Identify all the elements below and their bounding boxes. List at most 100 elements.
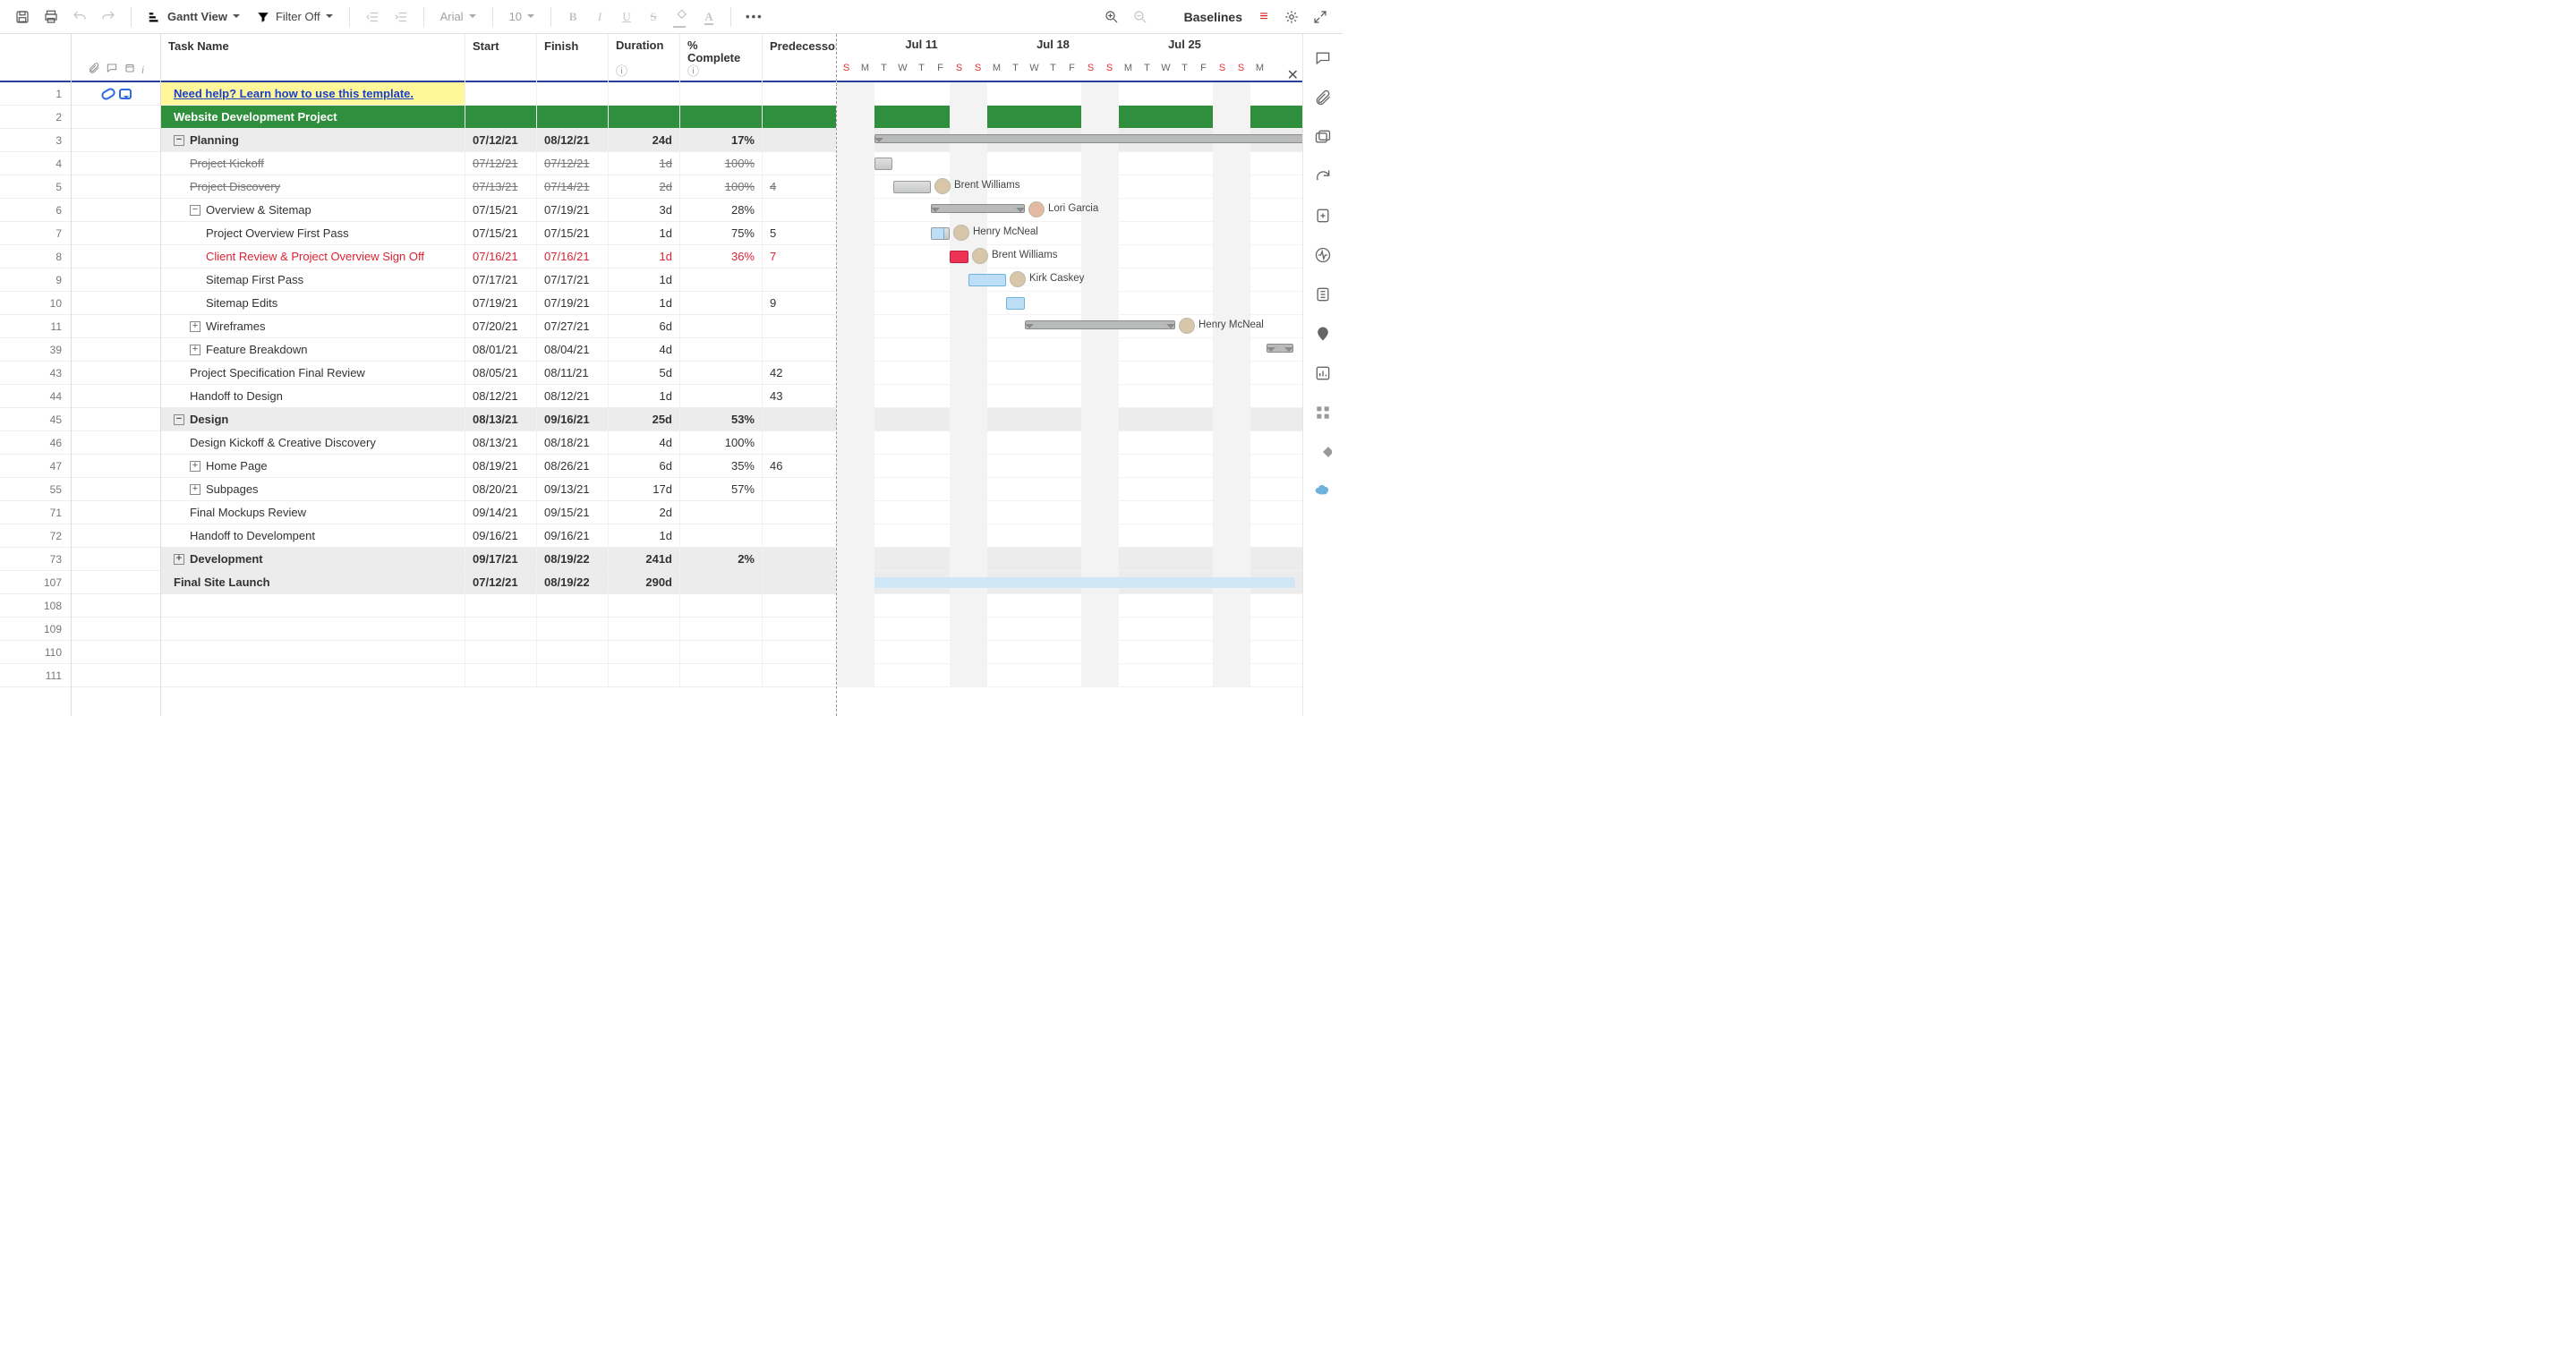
cell-finish[interactable] xyxy=(537,641,609,663)
cell-pct[interactable]: 2% xyxy=(680,548,763,570)
cell-finish[interactable]: 07/19/21 xyxy=(537,199,609,221)
cell-finish[interactable]: 09/16/21 xyxy=(537,524,609,547)
cell-duration[interactable]: 24d xyxy=(609,129,680,151)
task-cell[interactable]: Handoff to Design xyxy=(161,385,465,407)
row-number[interactable]: 46 xyxy=(0,431,71,455)
cell-pct[interactable] xyxy=(680,292,763,314)
expander[interactable]: + xyxy=(174,554,184,565)
cell-duration[interactable]: 2d xyxy=(609,175,680,198)
task-cell[interactable] xyxy=(161,594,465,617)
cell-finish[interactable]: 08/26/21 xyxy=(537,455,609,477)
gantt-bar[interactable] xyxy=(893,181,931,193)
cell-duration[interactable] xyxy=(609,82,680,105)
italic-button[interactable]: I xyxy=(587,4,612,30)
table-row[interactable]: Handoff to Design08/12/2108/12/211d43 xyxy=(161,385,836,408)
task-cell[interactable]: Project Discovery xyxy=(161,175,465,198)
print-button[interactable] xyxy=(38,4,64,30)
expander[interactable]: + xyxy=(190,345,200,355)
collapse-button[interactable] xyxy=(1307,4,1334,30)
cell-start[interactable]: 07/15/21 xyxy=(465,199,537,221)
attachment-icon[interactable] xyxy=(99,86,116,101)
cell-pred[interactable] xyxy=(763,199,837,221)
row-number[interactable]: 11 xyxy=(0,315,71,338)
cell-start[interactable] xyxy=(465,664,537,686)
comment-icon[interactable] xyxy=(119,89,132,99)
task-cell[interactable]: −Overview & Sitemap xyxy=(161,199,465,221)
cell-pct[interactable] xyxy=(680,594,763,617)
gantt-bar[interactable] xyxy=(874,158,892,170)
cell-pred[interactable]: 7 xyxy=(763,245,837,268)
task-cell[interactable]: −Design xyxy=(161,408,465,430)
more-button[interactable]: ••• xyxy=(740,4,769,30)
cell-pred[interactable] xyxy=(763,408,837,430)
cell-pct[interactable]: 100% xyxy=(680,431,763,454)
cell-pred[interactable] xyxy=(763,664,837,686)
refresh-button[interactable] xyxy=(1311,165,1335,188)
cell-duration[interactable]: 1d xyxy=(609,524,680,547)
cell-start[interactable] xyxy=(465,641,537,663)
row-number[interactable]: 43 xyxy=(0,362,71,385)
cell-start[interactable]: 07/17/21 xyxy=(465,268,537,291)
cell-duration[interactable]: 1d xyxy=(609,268,680,291)
cell-duration[interactable]: 290d xyxy=(609,571,680,593)
expander[interactable]: − xyxy=(174,135,184,146)
cell-finish[interactable]: 08/12/21 xyxy=(537,129,609,151)
row-number[interactable]: 55 xyxy=(0,478,71,501)
col-duration[interactable]: Durationⓘ xyxy=(609,34,680,83)
cell-start[interactable]: 08/12/21 xyxy=(465,385,537,407)
cell-pct[interactable] xyxy=(680,571,763,593)
row-number[interactable]: 111 xyxy=(0,664,71,687)
close-icon[interactable]: ✕ xyxy=(1287,66,1299,84)
cell-pct[interactable] xyxy=(680,618,763,640)
cell-pred[interactable] xyxy=(763,618,837,640)
baselines-button[interactable]: Baselines xyxy=(1156,4,1250,30)
row-number[interactable]: 5 xyxy=(0,175,71,199)
task-cell[interactable]: Website Development Project xyxy=(161,106,465,128)
cell-finish[interactable]: 08/18/21 xyxy=(537,431,609,454)
cell-duration[interactable]: 1d xyxy=(609,152,680,175)
cell-pct[interactable] xyxy=(680,524,763,547)
cell-start[interactable]: 07/15/21 xyxy=(465,222,537,244)
activity-button[interactable] xyxy=(1311,243,1335,267)
task-cell[interactable]: +Feature Breakdown xyxy=(161,338,465,361)
cell-start[interactable]: 08/13/21 xyxy=(465,431,537,454)
cell-pct[interactable]: 35% xyxy=(680,455,763,477)
cell-duration[interactable] xyxy=(609,106,680,128)
cell-pred[interactable] xyxy=(763,571,837,593)
cell-start[interactable]: 07/12/21 xyxy=(465,152,537,175)
apps-button[interactable] xyxy=(1311,401,1335,424)
cell-pred[interactable]: 46 xyxy=(763,455,837,477)
cell-duration[interactable] xyxy=(609,618,680,640)
cell-duration[interactable]: 25d xyxy=(609,408,680,430)
zoom-out-button[interactable] xyxy=(1127,4,1154,30)
cell-pct[interactable]: 36% xyxy=(680,245,763,268)
cell-duration[interactable]: 1d xyxy=(609,245,680,268)
cell-start[interactable]: 07/12/21 xyxy=(465,129,537,151)
gantt-bar[interactable] xyxy=(931,204,1025,213)
cell-finish[interactable]: 08/19/22 xyxy=(537,548,609,570)
task-cell[interactable]: Final Site Launch xyxy=(161,571,465,593)
gantt-bar[interactable] xyxy=(1025,320,1175,329)
cell-pct[interactable]: 57% xyxy=(680,478,763,500)
task-cell[interactable] xyxy=(161,618,465,640)
cell-pct[interactable]: 75% xyxy=(680,222,763,244)
briefcase-button[interactable] xyxy=(1311,283,1335,306)
conversations-button[interactable] xyxy=(1311,47,1335,70)
cell-pct[interactable] xyxy=(680,106,763,128)
task-cell[interactable]: Final Mockups Review xyxy=(161,501,465,524)
table-row[interactable]: Project Kickoff07/12/2107/12/211d100% xyxy=(161,152,836,175)
row-number[interactable]: 107 xyxy=(0,571,71,594)
cell-pct[interactable] xyxy=(680,338,763,361)
cell-finish[interactable] xyxy=(537,594,609,617)
row-number[interactable]: 110 xyxy=(0,641,71,664)
cell-pred[interactable]: 42 xyxy=(763,362,837,384)
cell-pct[interactable]: 100% xyxy=(680,175,763,198)
cell-duration[interactable]: 6d xyxy=(609,315,680,337)
cell-pred[interactable] xyxy=(763,106,837,128)
cell-pred[interactable] xyxy=(763,641,837,663)
cell-finish[interactable]: 08/12/21 xyxy=(537,385,609,407)
gantt-bar[interactable] xyxy=(874,134,1302,143)
row-number[interactable]: 6 xyxy=(0,199,71,222)
expander[interactable]: − xyxy=(174,414,184,425)
cell-duration[interactable]: 1d xyxy=(609,385,680,407)
